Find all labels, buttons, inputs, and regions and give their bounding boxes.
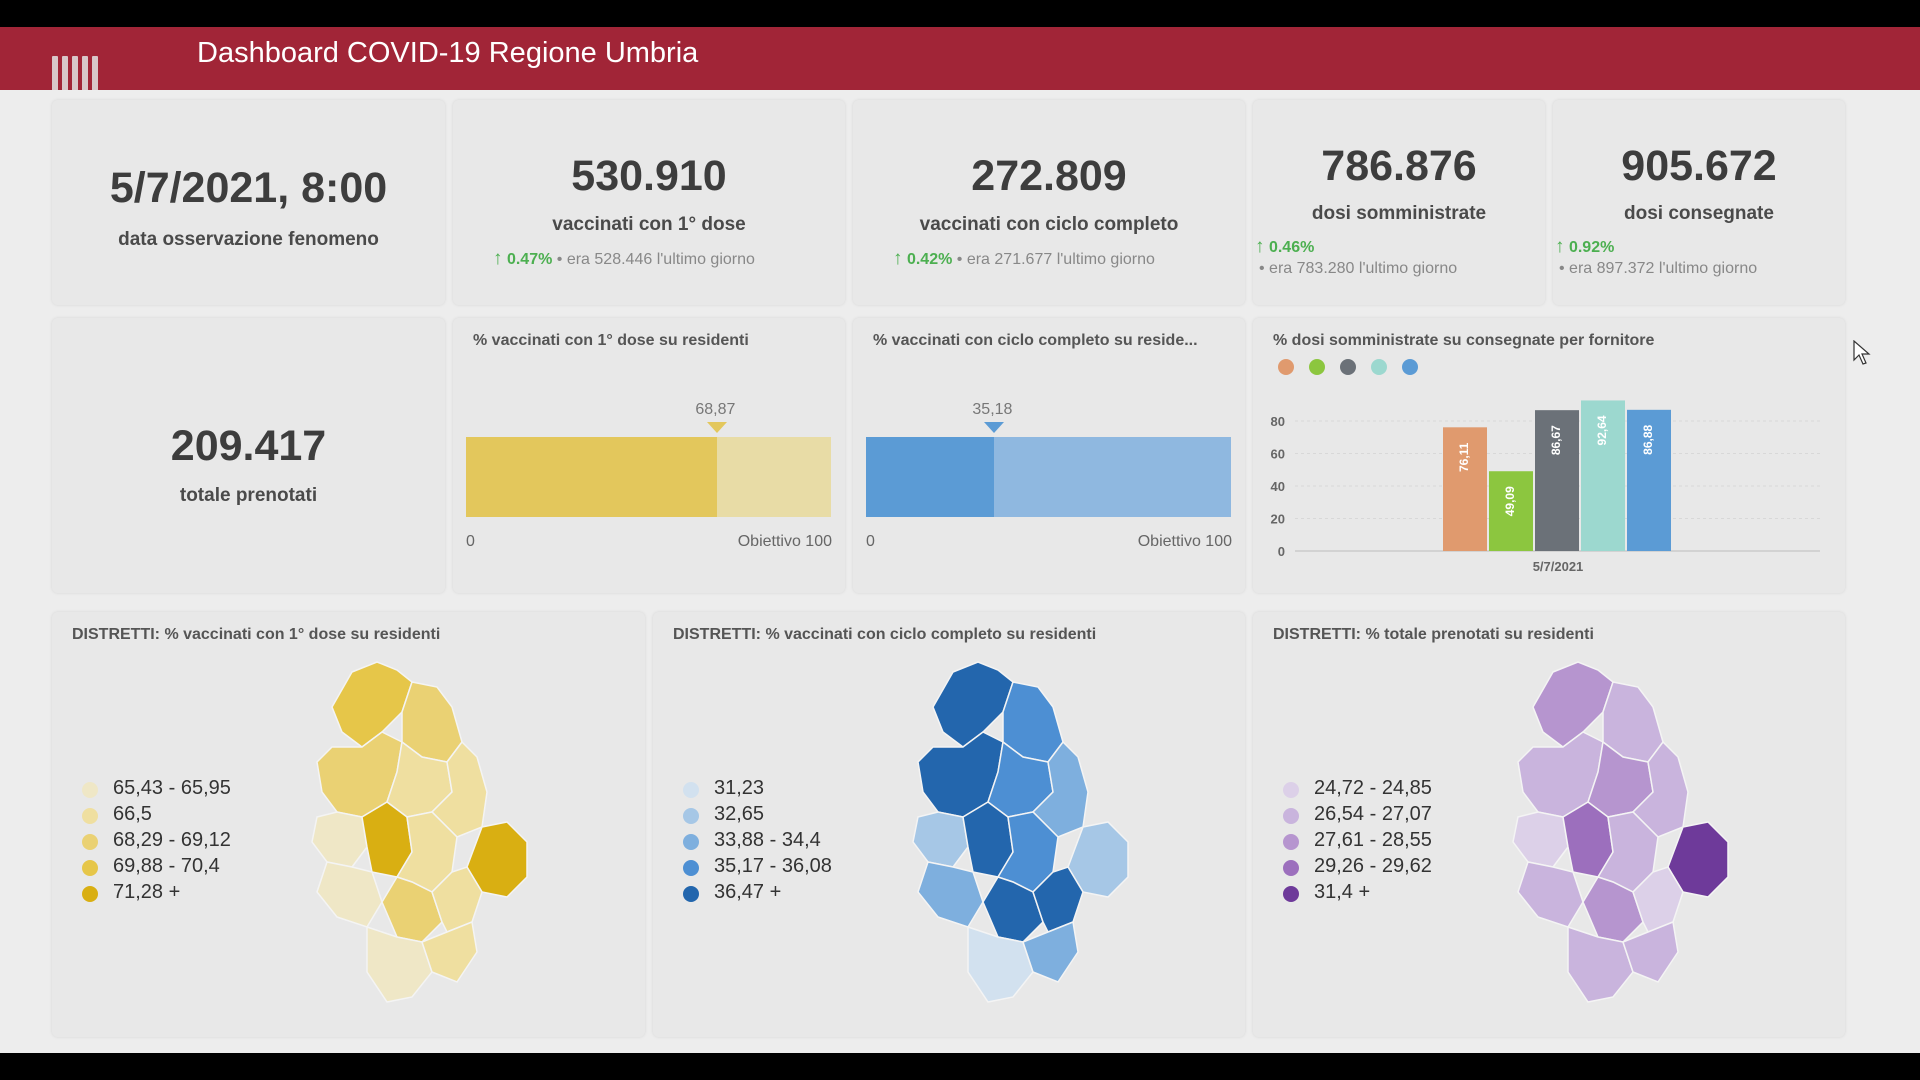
- arrow-up-icon: ↑: [893, 248, 903, 269]
- kpi-booked-card: 209.417 totale prenotati: [52, 318, 445, 593]
- first-dose-delta: ↑ 0.47% • era 528.446 l'ultimo giorno: [493, 248, 755, 269]
- delivered-delta-pct: ↑ 0.92%: [1555, 236, 1615, 257]
- x-tick-label: 5/7/2021: [1533, 559, 1584, 574]
- map-first-dose-card: DISTRETTI: % vaccinati con 1° dose su re…: [52, 612, 645, 1037]
- observation-date: 5/7/2021, 8:00: [109, 164, 388, 212]
- gauge-full-cycle-marker: [984, 422, 1005, 433]
- y-tick-label: 60: [1271, 447, 1285, 462]
- gauge-full-cycle-fill: [866, 437, 995, 517]
- umbria-districts-map[interactable]: [1483, 652, 1773, 1022]
- gauge-first-dose-max: Obiettivo 100: [737, 533, 832, 550]
- umbria-districts-map[interactable]: [282, 652, 572, 1022]
- y-tick-label: 0: [1278, 544, 1285, 559]
- gauge-full-cycle-bar: [866, 437, 1231, 517]
- kpi-full-cycle-card: 272.809 vaccinati con ciclo completo ↑ 0…: [853, 100, 1245, 305]
- district-shape[interactable]: [1532, 661, 1614, 748]
- gauge-full-cycle-max: Obiettivo 100: [1137, 533, 1232, 550]
- district-shape[interactable]: [917, 861, 984, 928]
- full-cycle-value: 272.809: [971, 152, 1127, 200]
- y-tick-label: 20: [1271, 512, 1285, 527]
- first-dose-label: vaccinati con 1° dose: [552, 214, 746, 235]
- map-full-cycle-title: DISTRETTI: % vaccinati con ciclo complet…: [673, 626, 1097, 643]
- dashboard-content: 5/7/2021, 8:00 data osservazione fenomen…: [0, 90, 1920, 1053]
- mouse-cursor-icon: [1853, 340, 1871, 365]
- administered-delta-prev: • era 783.280 l'ultimo giorno: [1259, 260, 1458, 277]
- y-tick-label: 80: [1271, 414, 1285, 429]
- bar-data-label: 49,09: [1503, 486, 1517, 516]
- gauge-full-cycle-title: % vaccinati con ciclo completo su reside…: [873, 332, 1198, 349]
- gauge-first-dose-marker: [707, 422, 728, 433]
- supplier-bar-chart: 0 20 40 60 80 76,11 49,09 86,67 92,64 86,88 5/7/20…: [1271, 400, 1820, 574]
- map-booked-title: DISTRETTI: % totale prenotati su residen…: [1273, 626, 1594, 643]
- gauge-first-dose-fill: [466, 437, 718, 517]
- booked-label: totale prenotati: [179, 485, 318, 506]
- kpi-delivered-card: 905.672 dosi consegnate ↑ 0.92% • era 89…: [1553, 100, 1845, 305]
- gauge-full-cycle-min: 0: [866, 533, 875, 550]
- full-cycle-label: vaccinati con ciclo completo: [919, 214, 1179, 235]
- first-dose-value: 530.910: [571, 152, 727, 200]
- app-header: Dashboard COVID-19 Regione Umbria: [0, 27, 1920, 112]
- district-shape[interactable]: [1517, 861, 1584, 928]
- gauge-first-dose-card: % vaccinati con 1° dose su residenti 68,…: [453, 318, 845, 593]
- administered-value: 786.876: [1321, 142, 1477, 190]
- kpi-date-card: 5/7/2021, 8:00 data osservazione fenomen…: [52, 100, 445, 305]
- top-black-bar: [0, 0, 1920, 27]
- bar-data-label: 86,88: [1641, 424, 1655, 454]
- district-shape[interactable]: [331, 661, 413, 748]
- delivered-value: 905.672: [1621, 142, 1777, 190]
- bar-data-label: 76,11: [1457, 442, 1471, 472]
- map-booked-card: DISTRETTI: % totale prenotati su residen…: [1253, 612, 1845, 1037]
- district-shape[interactable]: [316, 861, 383, 928]
- y-tick-label: 40: [1271, 479, 1285, 494]
- district-shape[interactable]: [1512, 811, 1569, 868]
- gauge-first-dose-value: 68,87: [695, 401, 736, 418]
- district-shape[interactable]: [912, 811, 969, 868]
- administered-label: dosi somministrate: [1311, 203, 1487, 224]
- gauge-full-cycle-value: 35,18: [972, 401, 1013, 418]
- gauge-first-dose-min: 0: [466, 533, 475, 550]
- page-title: Dashboard COVID-19 Regione Umbria: [197, 37, 699, 69]
- district-shape[interactable]: [932, 661, 1014, 748]
- map-first-dose-title: DISTRETTI: % vaccinati con 1° dose su re…: [72, 626, 441, 643]
- delivered-delta-prev: • era 897.372 l'ultimo giorno: [1559, 260, 1758, 277]
- arrow-up-icon: ↑: [493, 248, 503, 269]
- bar-data-label: 92,64: [1595, 415, 1609, 445]
- booked-value: 209.417: [170, 422, 327, 470]
- map-full-cycle-card: DISTRETTI: % vaccinati con ciclo complet…: [653, 612, 1245, 1037]
- kpi-first-dose-card: 530.910 vaccinati con 1° dose ↑ 0.47% • …: [453, 100, 845, 305]
- kpi-administered-card: 786.876 dosi somministrate ↑ 0.46% • era…: [1253, 100, 1545, 305]
- arrow-up-icon: ↑: [1255, 236, 1265, 257]
- gauge-first-dose-title: % vaccinati con 1° dose su residenti: [473, 332, 749, 349]
- bar-data-label: 86,67: [1549, 425, 1563, 455]
- gauge-first-dose-bar: [466, 437, 831, 517]
- umbria-districts-map[interactable]: [883, 652, 1173, 1022]
- bottom-black-bar: [0, 1053, 1920, 1080]
- full-cycle-delta: ↑ 0.42% • era 271.677 l'ultimo giorno: [893, 248, 1155, 269]
- supplier-chart-card: % dosi somministrate su consegnate per f…: [1253, 318, 1845, 593]
- arrow-up-icon: ↑: [1555, 236, 1565, 257]
- administered-delta-pct: ↑ 0.46%: [1255, 236, 1315, 257]
- district-shape[interactable]: [311, 811, 368, 868]
- gauge-full-cycle-card: % vaccinati con ciclo completo su reside…: [853, 318, 1245, 593]
- observation-date-label: data osservazione fenomeno: [118, 229, 379, 250]
- delivered-label: dosi consegnate: [1624, 203, 1774, 224]
